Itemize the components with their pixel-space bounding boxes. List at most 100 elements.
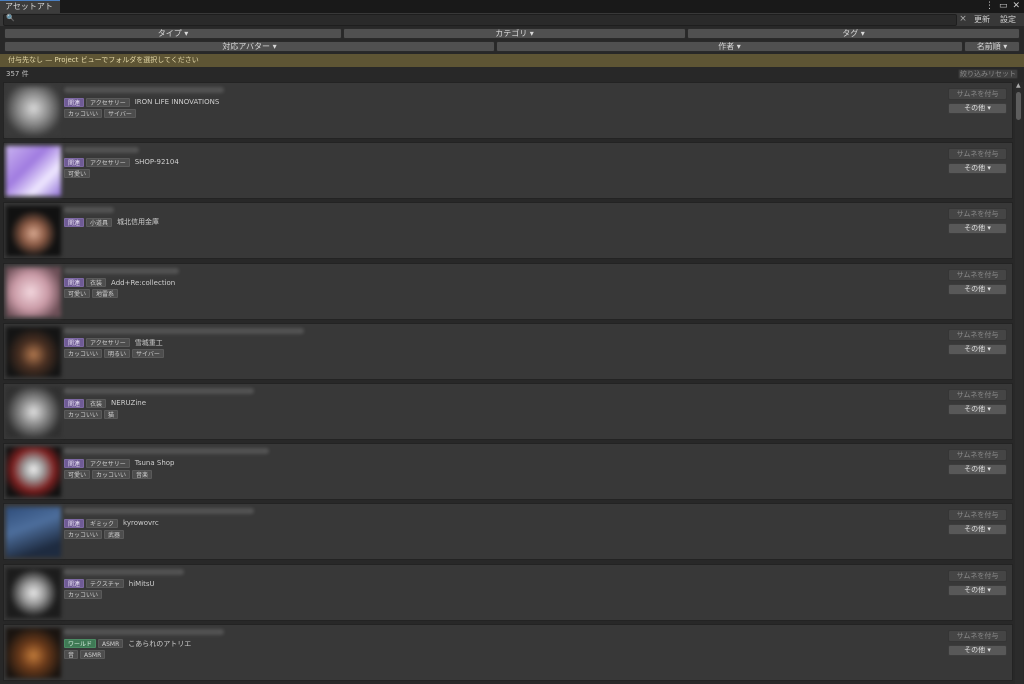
more-options-button[interactable]: その他 ▾ bbox=[948, 644, 1007, 656]
more-options-button[interactable]: その他 ▾ bbox=[948, 343, 1007, 355]
asset-tags-row: カッコいい サイバー bbox=[64, 108, 136, 118]
asset-card[interactable]: 関連 アクセサリー IRON LIFE INNOVATIONS カッコいい サイバ… bbox=[3, 82, 1013, 139]
relation-chip[interactable]: 関連 bbox=[64, 458, 85, 468]
close-icon[interactable]: ✕ bbox=[1012, 0, 1020, 13]
category-chip[interactable]: アクセサリー bbox=[86, 97, 130, 107]
tag-chip[interactable]: ASMR bbox=[80, 650, 106, 660]
more-options-button[interactable]: その他 ▾ bbox=[948, 223, 1007, 235]
assign-thumbnail-button[interactable]: サムネを付与 bbox=[948, 88, 1007, 100]
result-count: 357 件 bbox=[6, 70, 29, 78]
assign-thumbnail-button[interactable]: サムネを付与 bbox=[948, 148, 1007, 161]
tag-chip[interactable]: カッコいい bbox=[64, 529, 103, 539]
assign-thumbnail-button[interactable]: サムネを付与 bbox=[948, 569, 1007, 582]
tag-chip[interactable]: 可愛い bbox=[64, 168, 91, 178]
more-options-button[interactable]: その他 ▾ bbox=[948, 103, 1007, 114]
tag-chip[interactable]: 可愛い bbox=[64, 469, 91, 479]
sort-dropdown[interactable]: 名前順 ▾ bbox=[964, 41, 1020, 52]
tag-chip[interactable]: 地雷系 bbox=[92, 289, 119, 299]
more-options-button[interactable]: その他 ▾ bbox=[948, 584, 1007, 596]
more-options-button[interactable]: その他 ▾ bbox=[948, 163, 1007, 175]
relation-chip[interactable]: 関連 bbox=[64, 338, 85, 348]
tab-asset-atelier[interactable]: アセットアトリエ bbox=[0, 0, 60, 22]
tag-chip[interactable]: 可愛い bbox=[64, 289, 91, 299]
tag-chip[interactable]: サイバー bbox=[132, 349, 164, 359]
relation-chip[interactable]: 関連 bbox=[64, 157, 85, 167]
asset-meta-row: 関連 小道具 城北信用金庫 bbox=[64, 217, 159, 227]
avatar-filter-dropdown[interactable]: 対応アバター ▾ bbox=[4, 41, 495, 52]
more-options-button[interactable]: その他 ▾ bbox=[948, 283, 1007, 295]
asset-card[interactable]: 関連 ギミック kyrowovrc カッコいい 武器 サムネを付与 その他 ▾ bbox=[3, 503, 1013, 561]
clear-search-button[interactable]: × bbox=[958, 13, 968, 26]
scroll-up-icon[interactable]: ▲ bbox=[1016, 82, 1021, 89]
more-vertical-icon[interactable]: ⋮ bbox=[985, 0, 994, 13]
vertical-scrollbar[interactable]: ▲ bbox=[1015, 82, 1023, 684]
relation-chip[interactable]: 関連 bbox=[64, 278, 85, 288]
author-filter-dropdown[interactable]: 作者 ▾ bbox=[496, 41, 963, 52]
assign-thumbnail-button[interactable]: サムネを付与 bbox=[948, 629, 1007, 642]
category-chip[interactable]: テクスチャ bbox=[86, 579, 124, 589]
more-options-button[interactable]: その他 ▾ bbox=[948, 404, 1007, 415]
category-chip[interactable]: アクセサリー bbox=[86, 458, 130, 468]
assign-thumbnail-button[interactable]: サムネを付与 bbox=[948, 208, 1007, 221]
asset-meta-row: 関連 衣装 Add+Re:collection bbox=[64, 278, 175, 288]
reset-filters-button[interactable]: 絞り込みリセット bbox=[958, 69, 1018, 79]
relation-chip[interactable]: 関連 bbox=[64, 398, 85, 408]
asset-card[interactable]: 関連 小道具 城北信用金庫 サムネを付与 その他 ▾ bbox=[3, 202, 1013, 260]
asset-card[interactable]: ワールド ASMR こあられのアトリエ 音 ASMR サムネを付与 その他 ▾ bbox=[3, 623, 1013, 681]
assign-thumbnail-button[interactable]: サムネを付与 bbox=[948, 389, 1007, 401]
tag-chip[interactable]: カッコいい bbox=[64, 409, 103, 419]
category-chip[interactable]: ギミック bbox=[86, 518, 119, 528]
category-chip[interactable]: 小道具 bbox=[86, 217, 113, 227]
asset-thumbnail bbox=[6, 146, 61, 197]
more-options-button[interactable]: その他 ▾ bbox=[948, 464, 1007, 476]
asset-card[interactable]: 関連 アクセサリー SHOP-92104 可愛い サムネを付与 その他 ▾ bbox=[3, 142, 1013, 200]
tag-chip[interactable]: 武器 bbox=[104, 529, 125, 539]
assign-thumbnail-button[interactable]: サムネを付与 bbox=[948, 328, 1007, 341]
tag-chip[interactable]: カッコいい bbox=[64, 108, 103, 118]
settings-button[interactable]: 設定 bbox=[996, 13, 1020, 26]
category-chip[interactable]: 衣装 bbox=[86, 398, 107, 408]
asset-card[interactable]: 関連 アクセサリー 雪城重工 カッコいい 明るい サイバー サムネを付与 その他 ▾ bbox=[3, 322, 1013, 380]
result-count-row: 357 件 絞り込みリセット bbox=[0, 67, 1024, 81]
asset-card[interactable]: 関連 テクスチャ hiMitsU カッコいい サムネを付与 その他 ▾ bbox=[3, 563, 1013, 621]
asset-thumbnail bbox=[6, 507, 61, 558]
asset-card[interactable]: 関連 アクセサリー Tsuna Shop 可愛い カッコいい 音楽 サムネを付与 そ… bbox=[3, 443, 1013, 501]
category-chip[interactable]: ASMR bbox=[98, 639, 124, 649]
asset-tags-row: 可愛い カッコいい 音楽 bbox=[64, 469, 153, 479]
tag-chip[interactable]: 猫 bbox=[104, 409, 119, 419]
refresh-button[interactable]: 更新 bbox=[971, 13, 993, 26]
relation-chip[interactable]: 関連 bbox=[64, 217, 85, 227]
asset-tags-row: カッコいい 明るい サイバー bbox=[64, 349, 164, 359]
tag-chip[interactable]: 明るい bbox=[104, 349, 131, 359]
assign-thumbnail-button[interactable]: サムネを付与 bbox=[948, 509, 1007, 522]
asset-tags-row: カッコいい猫 bbox=[64, 409, 119, 419]
relation-chip[interactable]: 関連 bbox=[64, 518, 85, 528]
more-options-button[interactable]: その他 ▾ bbox=[948, 524, 1007, 536]
asset-meta-row: 関連 アクセサリー IRON LIFE INNOVATIONS bbox=[64, 97, 219, 107]
tag-filter-dropdown[interactable]: タグ ▾ bbox=[687, 28, 1020, 39]
asset-card[interactable]: 関連 衣装 Add+Re:collection 可愛い 地雷系 サムネを付与 その… bbox=[3, 262, 1013, 320]
tag-chip[interactable]: カッコいい bbox=[92, 469, 131, 479]
relation-chip[interactable]: 関連 bbox=[64, 579, 85, 589]
tag-chip[interactable]: 音楽 bbox=[132, 469, 153, 479]
relation-chip[interactable]: 関連 bbox=[64, 97, 85, 107]
asset-author: Tsuna Shop bbox=[134, 459, 175, 468]
tag-chip[interactable]: カッコいい bbox=[64, 590, 103, 600]
asset-name-blurred bbox=[64, 568, 184, 575]
asset-card[interactable]: 関連 衣装 NERUZine カッコいい猫 サムネを付与 その他 ▾ bbox=[3, 383, 1013, 440]
type-filter-dropdown[interactable]: タイプ ▾ bbox=[4, 28, 342, 39]
tag-chip[interactable]: 音 bbox=[64, 650, 79, 660]
relation-chip[interactable]: ワールド bbox=[64, 639, 97, 649]
assign-thumbnail-button[interactable]: サムネを付与 bbox=[948, 449, 1007, 462]
assign-thumbnail-button[interactable]: サムネを付与 bbox=[948, 268, 1007, 281]
maximize-icon[interactable]: ▭ bbox=[999, 0, 1008, 13]
window-controls: ⋮ ▭ ✕ bbox=[985, 0, 1020, 13]
scrollbar-thumb[interactable] bbox=[1016, 92, 1021, 120]
tag-chip[interactable]: サイバー bbox=[104, 108, 136, 118]
search-input[interactable]: 🔍 bbox=[3, 14, 957, 26]
category-chip[interactable]: アクセサリー bbox=[86, 338, 130, 348]
tag-chip[interactable]: カッコいい bbox=[64, 349, 103, 359]
category-chip[interactable]: アクセサリー bbox=[86, 157, 130, 167]
category-filter-dropdown[interactable]: カテゴリ ▾ bbox=[343, 28, 686, 39]
category-chip[interactable]: 衣装 bbox=[86, 278, 107, 288]
